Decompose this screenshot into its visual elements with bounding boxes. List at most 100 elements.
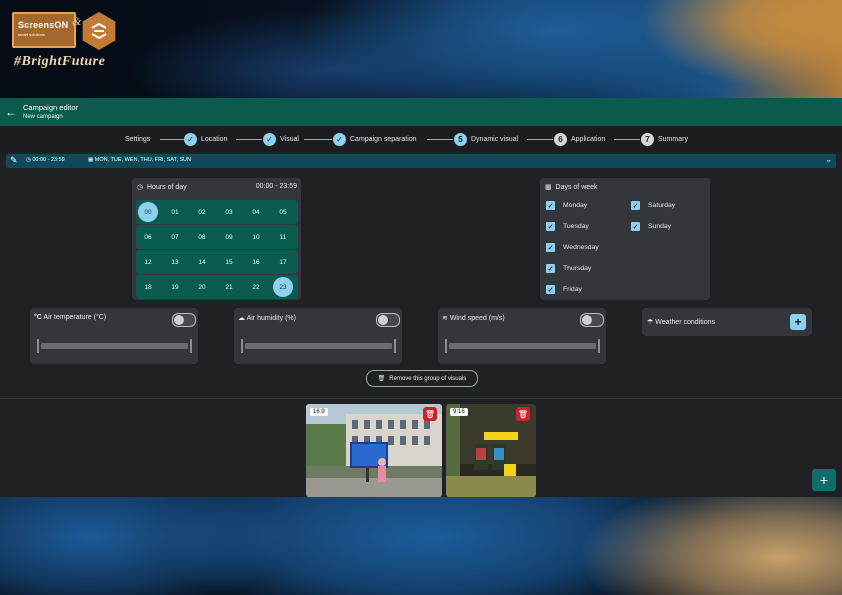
- wind-speed-toggle[interactable]: [580, 313, 604, 327]
- logo-name: ScreensON: [18, 20, 69, 30]
- hour-cell[interactable]: 06: [138, 227, 158, 247]
- air-temperature-toggle[interactable]: [172, 313, 196, 327]
- step-number: 7: [641, 132, 654, 146]
- chevron-down-icon[interactable]: ⌄: [825, 155, 832, 164]
- step-number: 6: [554, 132, 567, 146]
- step-label: Dynamic visual: [471, 135, 519, 143]
- hour-cell[interactable]: 05: [273, 202, 293, 222]
- step-dynamic-visual[interactable]: 5 Dynamic visual: [454, 132, 518, 146]
- air-temperature-label: Air temperature (°C): [43, 314, 107, 321]
- slider-max-handle[interactable]: [394, 339, 396, 353]
- hour-cell[interactable]: 20: [192, 277, 212, 297]
- hour-cell[interactable]: 02: [192, 202, 212, 222]
- wind-speed-slider[interactable]: [449, 343, 596, 349]
- add-weather-condition-button[interactable]: +: [790, 314, 806, 330]
- weather-icon: ☂: [647, 319, 654, 326]
- logo-sub: smart solutions: [18, 32, 45, 37]
- trash-icon: 🗑: [377, 376, 386, 382]
- weather-conditions-title: ☂ Weather conditions: [647, 318, 715, 326]
- step-connector: [427, 139, 453, 140]
- hour-cell[interactable]: 14: [192, 252, 212, 272]
- back-arrow-icon[interactable]: ←: [5, 106, 17, 118]
- day-checkbox-thursday[interactable]: ✓ Thursday: [546, 264, 591, 273]
- checkbox-checked-icon: ✓: [546, 243, 555, 252]
- step-location[interactable]: ✓ Location: [184, 132, 227, 146]
- visual-thumbnail[interactable]: 16:9 🗑: [306, 404, 442, 497]
- step-application[interactable]: 6 Application: [554, 132, 605, 146]
- hour-cell[interactable]: 00: [138, 202, 158, 222]
- hours-row: 18 19 20 21 22 23: [136, 275, 298, 299]
- visual-group-header[interactable]: ✎ ◷ 00:00 - 23:59 ▦ MON, TUE, WEN, THU, …: [6, 154, 836, 168]
- wind-icon: ≋: [442, 315, 448, 322]
- check-icon: ✓: [184, 132, 197, 146]
- step-label: Application: [571, 135, 606, 143]
- delete-visual-button[interactable]: 🗑: [516, 407, 530, 421]
- group-time-text: 00:00 - 23:59: [32, 157, 65, 163]
- step-label: Summary: [658, 135, 688, 143]
- hour-cell[interactable]: 01: [165, 202, 185, 222]
- day-checkbox-friday[interactable]: ✓ Friday: [546, 285, 582, 294]
- delete-visual-button[interactable]: 🗑: [423, 407, 437, 421]
- day-checkbox-saturday[interactable]: ✓ Saturday: [631, 201, 675, 210]
- step-visual[interactable]: ✓ Visual: [263, 132, 299, 146]
- air-humidity-slider[interactable]: [245, 343, 392, 349]
- hour-cell[interactable]: 21: [219, 277, 239, 297]
- hour-cell[interactable]: 13: [165, 252, 185, 272]
- pencil-icon[interactable]: ✎: [10, 155, 18, 166]
- day-label: Sunday: [648, 223, 672, 230]
- checkbox-checked-icon: ✓: [546, 222, 555, 231]
- page-title: Campaign editor: [23, 103, 79, 112]
- air-humidity-toggle[interactable]: [376, 313, 400, 327]
- group-time-range: ◷ 00:00 - 23:59: [26, 157, 65, 163]
- hour-cell[interactable]: 08: [192, 227, 212, 247]
- hour-cell[interactable]: 16: [246, 252, 266, 272]
- air-temperature-slider[interactable]: [41, 343, 188, 349]
- checkbox-checked-icon: ✓: [546, 201, 555, 210]
- wind-speed-card: ≋ Wind speed (m/s): [438, 308, 606, 364]
- step-campaign-separation[interactable]: ✓ Campaign separation: [333, 132, 417, 146]
- hour-cell[interactable]: 03: [219, 202, 239, 222]
- group-days: ▦ MON, TUE, WEN, THU, FRI, SAT, SUN: [88, 157, 191, 163]
- toggle-knob: [174, 315, 184, 325]
- section-divider: [0, 398, 842, 399]
- hour-cell[interactable]: 23: [273, 277, 293, 297]
- hour-cell[interactable]: 10: [246, 227, 266, 247]
- step-settings[interactable]: Settings: [125, 132, 150, 146]
- checkbox-checked-icon: ✓: [546, 264, 555, 273]
- slider-min-handle[interactable]: [445, 339, 447, 353]
- day-checkbox-sunday[interactable]: ✓ Sunday: [631, 222, 671, 231]
- day-checkbox-wednesday[interactable]: ✓ Wednesday: [546, 243, 599, 252]
- step-connector: [160, 139, 184, 140]
- day-checkbox-tuesday[interactable]: ✓ Tuesday: [546, 222, 589, 231]
- aspect-ratio-badge: 16:9: [310, 408, 328, 416]
- days-of-week-card: ▦ Days of week ✓ Monday ✓ Tuesday ✓ Wednesd…: [540, 178, 710, 300]
- day-label: Friday: [563, 286, 582, 293]
- hour-cell[interactable]: 12: [138, 252, 158, 272]
- day-label: Tuesday: [563, 223, 589, 230]
- hour-cell[interactable]: 18: [138, 277, 158, 297]
- hour-cell[interactable]: 22: [246, 277, 266, 297]
- add-visual-group-button[interactable]: +: [812, 469, 836, 491]
- hour-cell[interactable]: 09: [219, 227, 239, 247]
- aspect-ratio-badge: 9:16: [450, 408, 468, 416]
- step-connector: [614, 139, 640, 140]
- hour-cell[interactable]: 15: [219, 252, 239, 272]
- slider-max-handle[interactable]: [598, 339, 600, 353]
- day-checkbox-monday[interactable]: ✓ Monday: [546, 201, 587, 210]
- slider-max-handle[interactable]: [190, 339, 192, 353]
- remove-group-button[interactable]: 🗑 Remove this group of visuals: [366, 370, 478, 387]
- step-summary[interactable]: 7 Summary: [641, 132, 688, 146]
- hour-cell[interactable]: 11: [273, 227, 293, 247]
- hour-cell[interactable]: 07: [165, 227, 185, 247]
- hour-cell[interactable]: 19: [165, 277, 185, 297]
- slider-min-handle[interactable]: [241, 339, 243, 353]
- slider-min-handle[interactable]: [37, 339, 39, 353]
- campaign-editor-window: ← Campaign editor New campaign Settings …: [0, 98, 842, 497]
- hour-cell[interactable]: 17: [273, 252, 293, 272]
- wind-speed-title: ≋ Wind speed (m/s): [442, 314, 505, 322]
- hour-cell[interactable]: 04: [246, 202, 266, 222]
- weather-conditions-label: Weather conditions: [655, 319, 716, 326]
- visual-thumbnail[interactable]: 9:16 🗑: [446, 404, 536, 497]
- day-label: Saturday: [648, 202, 676, 209]
- toggle-knob: [582, 315, 592, 325]
